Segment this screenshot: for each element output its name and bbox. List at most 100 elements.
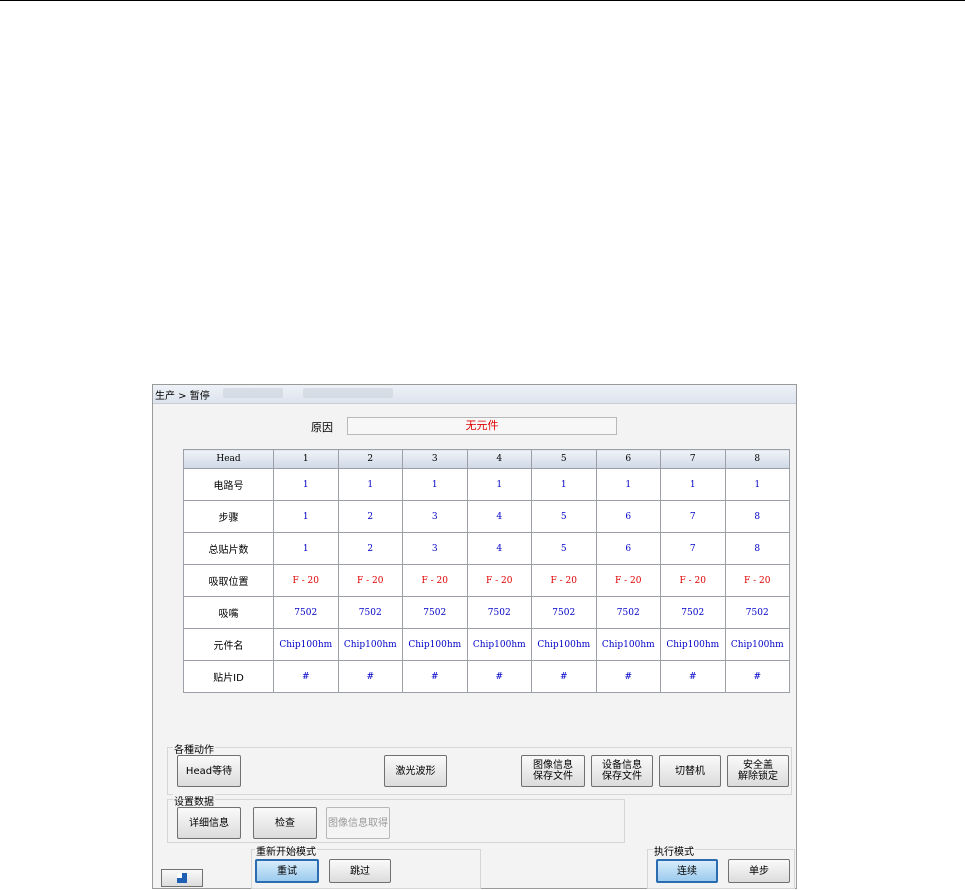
exec-mode-label: 执行模式	[653, 843, 695, 858]
table-cell: Chip100hm	[724, 628, 790, 661]
table-cell: #	[273, 660, 339, 693]
table-cell: 1	[273, 500, 339, 533]
window-toggle-button[interactable]	[161, 869, 203, 887]
actions-group-label: 各種动作	[173, 741, 215, 756]
table-cell: 1	[724, 468, 790, 501]
breadcrumb: 生产 > 暂停	[155, 391, 210, 402]
table-cell: Chip100hm	[595, 628, 661, 661]
table-cell: F - 20	[273, 564, 339, 597]
table-cell: Chip100hm	[531, 628, 597, 661]
retry-button[interactable]: 重试	[255, 859, 319, 883]
row-label: 电路号	[183, 468, 274, 501]
table-cell: 7	[660, 500, 726, 533]
table-cell: 7502	[660, 596, 726, 629]
table-row: 步骤 1 2 3 4 5 6 7 8	[183, 500, 790, 533]
table-cell: 1	[466, 468, 532, 501]
table-cell: Chip100hm	[273, 628, 339, 661]
title-bar: 生产 > 暂停	[153, 385, 796, 404]
inspect-button[interactable]: 检查	[253, 807, 317, 839]
head-wait-button[interactable]: Head等待	[177, 755, 241, 787]
table-cell: 8	[724, 500, 790, 533]
table-row: 吸取位置 F - 20 F - 20 F - 20 F - 20 F - 20 …	[183, 564, 790, 597]
column-header: Head	[183, 449, 274, 469]
table-cell: Chip100hm	[337, 628, 403, 661]
column-header: 6	[595, 449, 661, 469]
table-cell: 1	[595, 468, 661, 501]
table-cell: 1	[402, 468, 468, 501]
switch-machine-button[interactable]: 切替机	[659, 755, 721, 787]
table-cell: 7502	[531, 596, 597, 629]
table-cell: 5	[531, 532, 597, 565]
table-row: 电路号 1 1 1 1 1 1 1 1	[183, 468, 790, 501]
row-label: 总贴片数	[183, 532, 274, 565]
table-cell: F - 20	[337, 564, 403, 597]
table-cell: 1	[273, 468, 339, 501]
column-header: 4	[466, 449, 532, 469]
table-cell: 4	[466, 500, 532, 533]
head-status-table: Head 1 2 3 4 5 6 7 8 电路号 1 1 1 1 1 1 1 1	[183, 449, 790, 693]
table-cell: 1	[273, 532, 339, 565]
row-label: 步骤	[183, 500, 274, 533]
row-label: 元件名	[183, 628, 274, 661]
table-header-row: Head 1 2 3 4 5 6 7 8	[183, 449, 790, 469]
table-cell: 7	[660, 532, 726, 565]
laser-waveform-button[interactable]: 激光波形	[384, 755, 447, 787]
table-row: 元件名 Chip100hm Chip100hm Chip100hm Chip10…	[183, 628, 790, 661]
table-cell: 4	[466, 532, 532, 565]
reason-label: 原因	[311, 421, 333, 434]
image-info-get-button[interactable]: 图像信息取得	[326, 807, 390, 839]
safety-unlock-button[interactable]: 安全盖 解除锁定	[727, 755, 789, 787]
reason-field: 无元件	[347, 417, 617, 435]
page-top-rule	[0, 0, 965, 1]
table-cell: F - 20	[531, 564, 597, 597]
image-info-save-button[interactable]: 图像信息 保存文件	[521, 755, 585, 787]
table-cell: 1	[660, 468, 726, 501]
table-row: 贴片ID # # # # # # # #	[183, 660, 790, 693]
skip-button[interactable]: 跳过	[329, 859, 391, 883]
table-cell: 7502	[595, 596, 661, 629]
ghost-overlay	[223, 388, 283, 398]
settings-group-label: 设置数据	[173, 793, 215, 808]
table-cell: 2	[337, 532, 403, 565]
table-cell: Chip100hm	[466, 628, 532, 661]
table-cell: 7502	[402, 596, 468, 629]
table-row: 吸嘴 7502 7502 7502 7502 7502 7502 7502 75…	[183, 596, 790, 629]
continuous-button[interactable]: 连续	[656, 859, 718, 883]
column-header: 8	[724, 449, 790, 469]
details-button[interactable]: 详细信息	[177, 807, 241, 839]
pause-dialog: 生产 > 暂停 原因 无元件 Head 1 2 3 4 5 6 7 8 电路号	[152, 384, 797, 889]
table-cell: 7502	[273, 596, 339, 629]
table-cell: 5	[531, 500, 597, 533]
column-header: 1	[273, 449, 339, 469]
restart-mode-label: 重新开始模式	[255, 843, 317, 858]
column-header: 2	[337, 449, 403, 469]
table-cell: #	[466, 660, 532, 693]
row-label: 吸取位置	[183, 564, 274, 597]
column-header: 3	[402, 449, 468, 469]
table-cell: #	[595, 660, 661, 693]
table-cell: 3	[402, 532, 468, 565]
table-cell: F - 20	[660, 564, 726, 597]
table-cell: F - 20	[595, 564, 661, 597]
table-cell: 1	[337, 468, 403, 501]
table-cell: F - 20	[466, 564, 532, 597]
table-cell: Chip100hm	[660, 628, 726, 661]
table-cell: #	[337, 660, 403, 693]
column-header: 5	[531, 449, 597, 469]
table-cell: #	[724, 660, 790, 693]
table-cell: 8	[724, 532, 790, 565]
device-info-save-button[interactable]: 设备信息 保存文件	[591, 755, 653, 787]
table-cell: 2	[337, 500, 403, 533]
table-cell: #	[402, 660, 468, 693]
single-step-button[interactable]: 单步	[728, 859, 790, 883]
table-cell: 7502	[724, 596, 790, 629]
row-label: 吸嘴	[183, 596, 274, 629]
row-label: 贴片ID	[183, 660, 274, 693]
table-cell: F - 20	[402, 564, 468, 597]
ghost-overlay	[303, 388, 393, 398]
table-cell: #	[531, 660, 597, 693]
table-cell: #	[660, 660, 726, 693]
table-cell: 6	[595, 532, 661, 565]
table-cell: 7502	[337, 596, 403, 629]
table-cell: 1	[531, 468, 597, 501]
